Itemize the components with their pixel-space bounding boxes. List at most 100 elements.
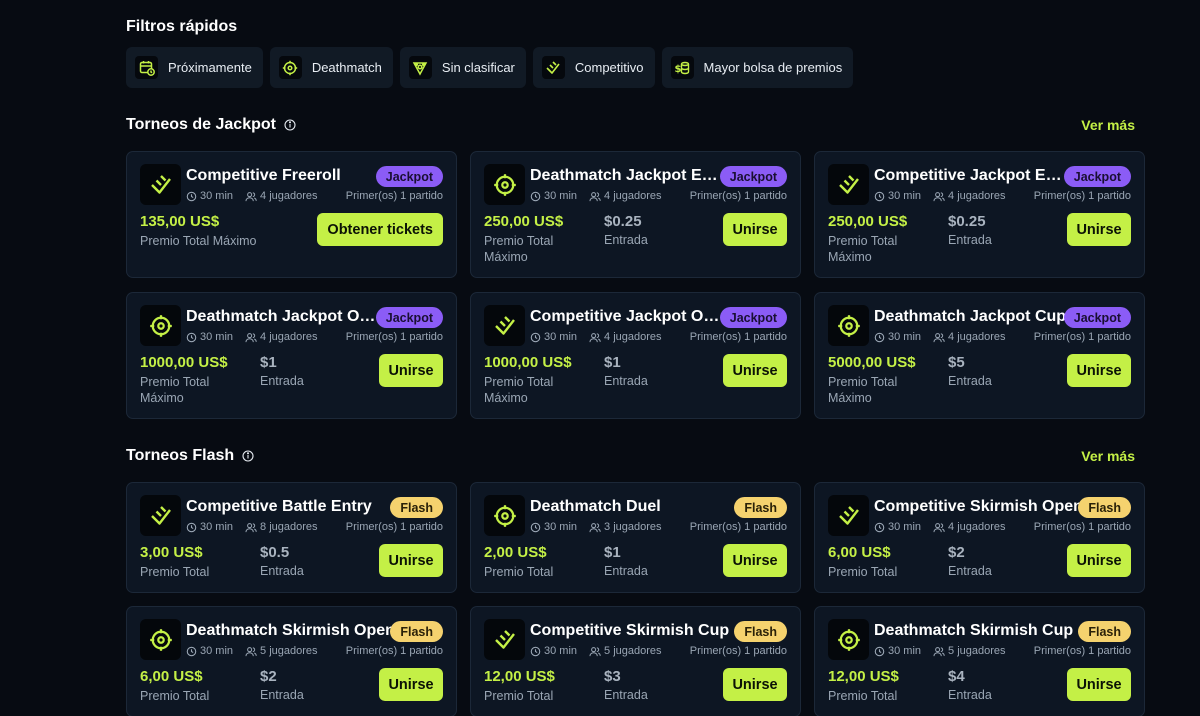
tournament-meta: 30 min 4 jugadores Primer(os) 1 partido [186, 331, 443, 343]
prize-amount: 6,00 US$ [140, 668, 203, 685]
jackpot-badge: Jackpot [1063, 166, 1131, 187]
entry-label: Entrada [604, 233, 648, 247]
prize-amount: 3,00 US$ [140, 544, 203, 561]
tournament-card[interactable]: Deathmatch Skirmish Open Flash 30 min 5 … [126, 606, 457, 716]
prize-label: Premio Total Máximo [828, 375, 898, 405]
info-icon[interactable] [284, 119, 296, 131]
tournament-card[interactable]: Competitive Jackpot Entry Jackpot 30 min… [814, 151, 1145, 278]
prize-label: Premio Total [140, 689, 210, 703]
tournament-card[interactable]: Competitive Skirmish Open Flash 30 min 4… [814, 482, 1145, 593]
join-button[interactable]: Unirse [1067, 354, 1131, 387]
users-icon [245, 646, 257, 656]
clock-icon [186, 332, 197, 342]
players: 4 jugadores [245, 190, 318, 202]
entry-fee: $1 [604, 544, 621, 561]
calendar-clock-icon [135, 56, 158, 79]
competitive-icon [828, 164, 869, 205]
tournament-card[interactable]: Deathmatch Jackpot Entry Jackpot 30 min … [470, 151, 801, 278]
tournament-meta: 30 min 4 jugadores Primer(os) 1 partido [530, 190, 787, 202]
join-button[interactable]: Unirse [1067, 213, 1131, 246]
tournament-title: Deathmatch Jackpot Open [186, 308, 381, 325]
clock-icon [186, 646, 197, 656]
prize-label: Premio Total [484, 689, 554, 703]
filter-chip-mayor-bolsa[interactable]: $ Mayor bolsa de premios [661, 47, 854, 88]
get-tickets-button[interactable]: Obtener tickets [317, 213, 443, 246]
flash-badge: Flash [390, 497, 443, 518]
join-button[interactable]: Unirse [379, 354, 443, 387]
jackpot-section-title: Torneos de Jackpot [126, 116, 296, 134]
duration: 30 min [186, 331, 233, 343]
entry-fee: $2 [260, 668, 277, 685]
join-button[interactable]: Unirse [723, 354, 787, 387]
jackpot-see-more-link[interactable]: Ver más [1081, 117, 1135, 133]
join-button[interactable]: Unirse [723, 544, 787, 577]
prize-amount: 2,00 US$ [484, 544, 547, 561]
tournament-title: Deathmatch Skirmish Open [186, 622, 395, 639]
filter-chip-sin-clasificar[interactable]: Sin clasificar [399, 47, 526, 88]
entry-label: Entrada [260, 564, 304, 578]
info-icon[interactable] [242, 450, 254, 462]
tournament-card[interactable]: Competitive Jackpot Open Jackpot 30 min … [470, 292, 801, 419]
filter-chip-label: Sin clasificar [441, 60, 515, 75]
flash-badge: Flash [1078, 621, 1131, 642]
clock-icon [530, 191, 541, 201]
entry-fee: $2 [948, 544, 965, 561]
competitive-icon [140, 164, 181, 205]
duration: 30 min [186, 645, 233, 657]
users-icon [933, 646, 945, 656]
tournament-title: Deathmatch Skirmish Cup [874, 622, 1074, 639]
join-button[interactable]: Unirse [379, 544, 443, 577]
filter-chip-proximamente[interactable]: Próximamente [126, 47, 263, 88]
join-button[interactable]: Unirse [723, 213, 787, 246]
join-button[interactable]: Unirse [379, 668, 443, 701]
players: 3 jugadores [589, 521, 662, 533]
quick-filters: Próximamente Deathmatch Sin clasificar C… [126, 47, 854, 88]
filter-chip-competitivo[interactable]: Competitivo [532, 47, 655, 88]
tournament-title: Competitive Skirmish Cup [530, 622, 730, 639]
quick-filters-title: Filtros rápidos [126, 18, 238, 35]
crosshair-icon [484, 164, 525, 205]
tournament-card[interactable]: Deathmatch Jackpot Open Jackpot 30 min 4… [126, 292, 457, 419]
first-match-info: Primer(os) 1 partido [1033, 645, 1131, 657]
duration: 30 min [186, 190, 233, 202]
entry-label: Entrada [604, 374, 648, 388]
tournament-title: Competitive Freeroll [186, 167, 341, 184]
tournament-card[interactable]: Competitive Battle Entry Flash 30 min 8 … [126, 482, 457, 593]
entry-fee: $0.5 [260, 544, 290, 561]
tournament-card[interactable]: Deathmatch Jackpot Cup Jackpot 30 min 4 … [814, 292, 1145, 419]
tournament-card[interactable]: Competitive Skirmish Cup Flash 30 min 5 … [470, 606, 801, 716]
tournament-meta: 30 min 5 jugadores Primer(os) 1 partido [874, 645, 1131, 657]
competitive-icon [541, 56, 565, 79]
crosshair-icon [484, 495, 525, 536]
flash-badge: Flash [1078, 497, 1131, 518]
competitive-icon [828, 495, 869, 536]
entry-fee: $1 [604, 354, 621, 371]
players: 5 jugadores [933, 645, 1006, 657]
entry-label: Entrada [260, 688, 304, 702]
prize-amount: 250,00 US$ [484, 213, 564, 230]
tournament-card[interactable]: Deathmatch Skirmish Cup Flash 30 min 5 j… [814, 606, 1145, 716]
crosshair-icon [140, 305, 181, 346]
flash-badge: Flash [734, 621, 787, 642]
tournament-meta: 30 min 5 jugadores Primer(os) 1 partido [530, 645, 787, 657]
join-button[interactable]: Unirse [1067, 668, 1131, 701]
clock-icon [530, 522, 541, 532]
flash-see-more-link[interactable]: Ver más [1081, 448, 1135, 464]
tournament-title: Competitive Skirmish Open [874, 498, 1083, 515]
first-match-info: Primer(os) 1 partido [1033, 521, 1131, 533]
first-match-info: Primer(os) 1 partido [689, 190, 787, 202]
prize-label: Premio Total Máximo [140, 234, 257, 248]
join-button[interactable]: Unirse [723, 668, 787, 701]
jackpot-badge: Jackpot [719, 307, 787, 328]
first-match-info: Primer(os) 1 partido [689, 645, 787, 657]
tournament-meta: 30 min 4 jugadores Primer(os) 1 partido [874, 521, 1131, 533]
jackpot-section-header: Torneos de Jackpot Ver más [126, 116, 1135, 134]
unranked-icon [408, 56, 432, 79]
filter-chip-deathmatch[interactable]: Deathmatch [269, 47, 393, 88]
entry-fee: $4 [948, 668, 965, 685]
prize-label: Premio Total [484, 565, 554, 579]
players: 5 jugadores [245, 645, 318, 657]
join-button[interactable]: Unirse [1067, 544, 1131, 577]
tournament-card[interactable]: Competitive Freeroll Jackpot 30 min 4 ju… [126, 151, 457, 278]
tournament-card[interactable]: Deathmatch Duel Flash 30 min 3 jugadores… [470, 482, 801, 593]
